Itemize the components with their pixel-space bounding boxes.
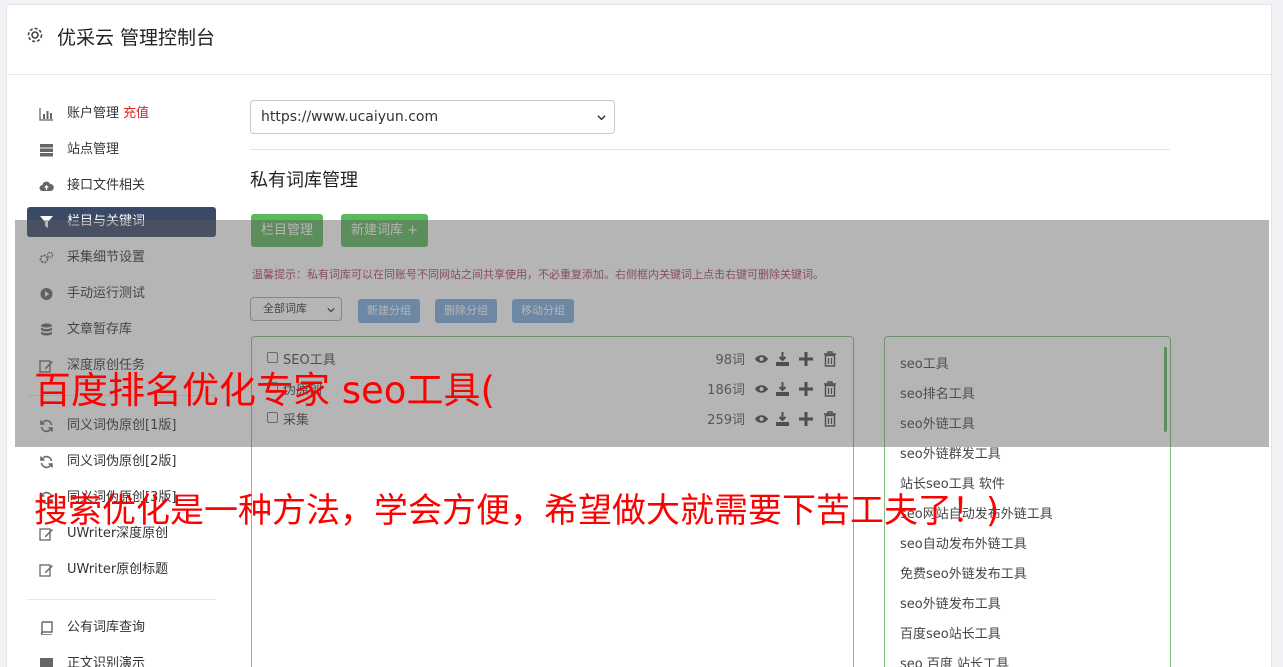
keyword-item[interactable]: seo 百度 站长工具 bbox=[900, 653, 1009, 667]
cloud-upload-icon bbox=[39, 181, 54, 191]
page-title: 私有词库管理 bbox=[250, 170, 358, 191]
edit-icon bbox=[39, 564, 53, 577]
keyword-item[interactable]: seo自动发布外链工具 bbox=[900, 533, 1027, 552]
bar-chart-icon bbox=[39, 108, 53, 121]
sidebar-item-public-lib[interactable]: 公有词库查询 bbox=[27, 613, 216, 643]
header: 优采云 管理控制台 bbox=[7, 5, 1271, 75]
site-select-value: https://www.ucaiyun.com bbox=[261, 109, 439, 125]
sidebar-item-synonym-v2[interactable]: 同义词伪原创[2版] bbox=[27, 447, 216, 477]
chevron-down-icon bbox=[597, 115, 606, 121]
sidebar-item-text-recognition[interactable]: 正文识别演示 bbox=[27, 649, 216, 667]
sidebar-item-label: 站点管理 bbox=[67, 142, 120, 157]
sidebar-item-label: 公有词库查询 bbox=[67, 620, 146, 635]
sidebar-item-account[interactable]: 账户管理 充值 bbox=[27, 99, 216, 129]
keyword-item[interactable]: 百度seo站长工具 bbox=[900, 623, 1001, 642]
sidebar-item-sites[interactable]: 站点管理 bbox=[27, 135, 216, 165]
keyword-item[interactable]: 免费seo外链发布工具 bbox=[900, 563, 1027, 582]
sidebar-item-uwriter-title[interactable]: UWriter原创标题 bbox=[27, 555, 216, 585]
overlay-headline-2: 搜索优化是一种方法，学会方便，希望做大就需要下苦工夫了！) bbox=[34, 491, 1000, 531]
keyword-item[interactable]: seo外链发布工具 bbox=[900, 593, 1001, 612]
site-select[interactable]: https://www.ucaiyun.com bbox=[250, 100, 615, 134]
page-header-title: 优采云 管理控制台 bbox=[57, 27, 216, 49]
server-icon bbox=[40, 144, 53, 157]
overlay-headline-1: 百度排名优化专家 seo工具( bbox=[34, 369, 495, 412]
sidebar-item-label: UWriter原创标题 bbox=[67, 562, 169, 577]
sidebar-divider bbox=[27, 599, 216, 600]
divider bbox=[250, 149, 1170, 150]
sidebar-item-label: 接口文件相关 bbox=[67, 178, 146, 193]
book-icon bbox=[40, 621, 53, 635]
monitor-icon bbox=[40, 658, 53, 667]
refresh-icon bbox=[40, 455, 53, 469]
sidebar-item-interface[interactable]: 接口文件相关 bbox=[27, 171, 216, 201]
recharge-link[interactable]: 充值 bbox=[123, 106, 149, 121]
sidebar-item-label: 同义词伪原创[2版] bbox=[67, 454, 177, 469]
gear-icon bbox=[27, 27, 43, 43]
sidebar-item-label: 账户管理 bbox=[67, 106, 120, 121]
sidebar-item-label: 正文识别演示 bbox=[67, 656, 146, 667]
